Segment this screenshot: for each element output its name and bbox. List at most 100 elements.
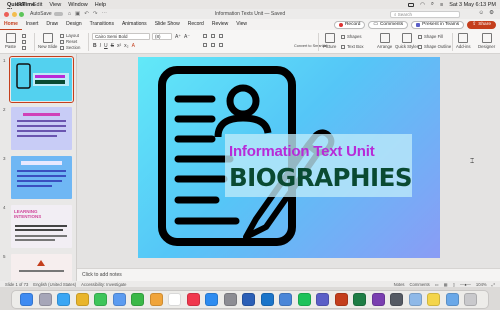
- superscript-button[interactable]: x²: [117, 43, 121, 49]
- indent-button[interactable]: [219, 34, 223, 38]
- subscript-button[interactable]: x₂: [124, 43, 128, 49]
- teams-icon[interactable]: [316, 293, 329, 306]
- photos-icon[interactable]: [149, 293, 163, 306]
- copy-button[interactable]: [22, 40, 26, 44]
- wifi-icon[interactable]: ◠: [420, 2, 425, 8]
- launchpad-icon[interactable]: [38, 293, 52, 306]
- excel-icon[interactable]: [353, 293, 366, 306]
- finder-icon[interactable]: [20, 293, 33, 306]
- cut-button[interactable]: [22, 34, 26, 38]
- normal-view-icon[interactable]: ▭: [435, 282, 439, 287]
- control-center-icon[interactable]: ≡: [440, 2, 443, 8]
- language-indicator[interactable]: English (United States): [33, 282, 76, 287]
- search-icon[interactable]: ⌕: [431, 1, 434, 8]
- fit-slide-icon[interactable]: ⤢: [492, 282, 495, 287]
- italic-button[interactable]: I: [100, 43, 101, 49]
- undo-icon[interactable]: ↶: [84, 11, 89, 17]
- comments-button[interactable]: ▭ Comments: [368, 20, 409, 29]
- quicktime-icon[interactable]: [390, 293, 403, 306]
- align-right-button[interactable]: [219, 43, 223, 47]
- strikethrough-button[interactable]: S: [111, 43, 114, 49]
- slide-sorter-icon[interactable]: ▦: [444, 282, 448, 287]
- designer-button[interactable]: Designer: [478, 33, 495, 49]
- home-icon[interactable]: ⌂: [68, 11, 71, 17]
- onenote-icon[interactable]: [371, 293, 385, 306]
- menu-view[interactable]: View: [49, 2, 61, 8]
- record-button[interactable]: Record: [333, 20, 366, 29]
- slide-thumbnail-3[interactable]: [11, 156, 72, 199]
- current-slide[interactable]: Information Text Unit BIOGRAPHIES: [138, 57, 440, 258]
- save-icon[interactable]: ▣: [75, 11, 80, 17]
- mail-icon[interactable]: [112, 293, 126, 306]
- tab-view[interactable]: View: [232, 19, 251, 30]
- battery-icon[interactable]: [408, 2, 415, 7]
- redo-icon[interactable]: ↷: [93, 11, 98, 17]
- font-color-button[interactable]: A: [132, 43, 135, 49]
- more-icon[interactable]: ⋯: [101, 11, 107, 17]
- accessibility-status[interactable]: Accessibility: Investigate: [81, 282, 126, 287]
- close-window-button[interactable]: [4, 11, 9, 17]
- layout-button[interactable]: Layout: [60, 33, 79, 38]
- bullets-button[interactable]: [203, 34, 207, 38]
- facetime-icon[interactable]: [131, 293, 144, 306]
- quick-styles-button[interactable]: Quick Styles: [395, 33, 419, 49]
- tab-home[interactable]: Home: [0, 19, 22, 30]
- powerpoint-icon[interactable]: [334, 293, 348, 306]
- font-name-select[interactable]: Cairo Semi Bold: [92, 33, 150, 40]
- tab-draw[interactable]: Draw: [42, 19, 62, 30]
- zoom-window-button[interactable]: [19, 11, 24, 17]
- settings-icon[interactable]: ⚙: [489, 10, 494, 16]
- numbering-button[interactable]: [211, 34, 215, 38]
- slide-thumbnail-1[interactable]: [9, 56, 74, 103]
- music-icon[interactable]: [186, 293, 200, 306]
- messages-icon[interactable]: [94, 293, 107, 306]
- tab-design[interactable]: Design: [62, 19, 86, 30]
- tab-animations[interactable]: Animations: [118, 19, 151, 30]
- notes-icon[interactable]: [427, 293, 440, 306]
- slide-thumbnail-2[interactable]: [11, 107, 72, 150]
- tab-record[interactable]: Record: [184, 19, 208, 30]
- outlook-icon[interactable]: [260, 293, 274, 306]
- comments-toggle[interactable]: Comments: [410, 282, 430, 287]
- underline-button[interactable]: U: [104, 43, 108, 49]
- spotify-icon[interactable]: [297, 293, 311, 306]
- safari-icon[interactable]: [57, 293, 70, 306]
- tab-insert[interactable]: Insert: [22, 19, 43, 30]
- font-size-select[interactable]: (8): [152, 33, 172, 40]
- calendar-icon[interactable]: [168, 293, 181, 306]
- align-left-button[interactable]: [203, 43, 207, 47]
- slide-title[interactable]: Information Text Unit: [229, 143, 412, 160]
- picture-button[interactable]: Picture: [323, 33, 336, 49]
- format-painter-button[interactable]: [22, 46, 26, 50]
- share-button[interactable]: ⇪ Share: [467, 20, 496, 29]
- minimize-window-button[interactable]: [11, 11, 17, 17]
- autosave-control[interactable]: AutoSave: [30, 11, 63, 17]
- paste-button[interactable]: Paste: [5, 33, 16, 49]
- present-in-teams-button[interactable]: Present in Teams: [411, 20, 465, 29]
- shrink-font-button[interactable]: A⁻: [184, 34, 190, 40]
- shape-fill-button[interactable]: Shape Fill: [418, 34, 443, 39]
- align-center-button[interactable]: [211, 43, 215, 47]
- account-icon[interactable]: ☺: [478, 10, 484, 16]
- downloads-icon[interactable]: [445, 293, 459, 306]
- autosave-toggle[interactable]: [53, 11, 63, 17]
- clock[interactable]: Sat 3 May 6:13 PM: [449, 2, 496, 8]
- zoom-level[interactable]: 104%: [476, 282, 487, 287]
- chrome-icon[interactable]: [75, 293, 89, 306]
- notes-toggle[interactable]: Notes: [394, 282, 405, 287]
- slide-thumbnail-5[interactable]: [11, 254, 72, 281]
- arrange-button[interactable]: Arrange: [377, 33, 392, 49]
- settings-icon[interactable]: [223, 293, 237, 306]
- grow-font-button[interactable]: A⁺: [175, 34, 181, 40]
- menu-help[interactable]: Help: [95, 2, 106, 8]
- reset-button[interactable]: Reset: [60, 39, 77, 44]
- bold-button[interactable]: B: [93, 43, 97, 49]
- search-field[interactable]: ⌕ Search: [390, 10, 460, 18]
- tab-slide-show[interactable]: Slide Show: [151, 19, 184, 30]
- trash-icon[interactable]: [464, 293, 477, 306]
- slide-thumbnail-4[interactable]: LEARNING INTENTIONS: [11, 205, 72, 248]
- new-slide-button[interactable]: New Slide: [38, 33, 57, 49]
- notes-pane[interactable]: Click to add notes: [77, 268, 500, 281]
- appstore-icon[interactable]: [205, 293, 218, 306]
- section-button[interactable]: Section: [60, 45, 80, 50]
